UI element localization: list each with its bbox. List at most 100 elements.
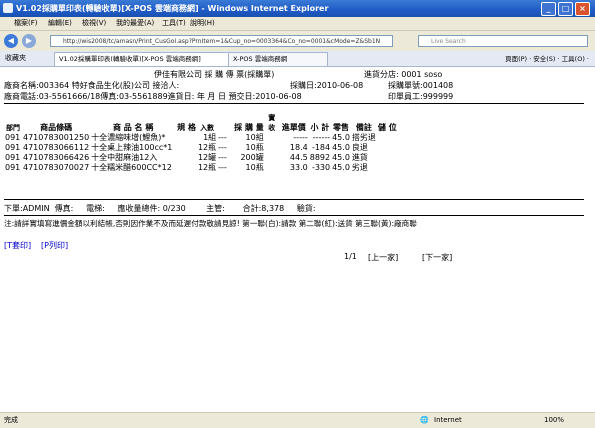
- print-link[interactable]: [P列印]: [41, 240, 68, 251]
- cell: [176, 163, 197, 173]
- maximize-button[interactable]: □: [558, 2, 573, 16]
- cell: 十全濃縮味增(鯉魚)*: [91, 133, 166, 142]
- previous-vendor-button[interactable]: [上一家]: [368, 252, 398, 263]
- cell: 良退: [351, 143, 368, 152]
- vendor-info: 廠商名稱:003364 特好食品生化(股)公司 接洽人:: [4, 81, 180, 90]
- cell: 45.0: [332, 163, 350, 172]
- cell: 45.0: [332, 153, 350, 162]
- cell: 12罐: [197, 153, 217, 162]
- cell: 4710783070027: [23, 163, 90, 172]
- col-subtotal: 小 計: [310, 123, 330, 132]
- cell: 10瓶: [245, 143, 264, 152]
- close-button[interactable]: ×: [575, 2, 590, 16]
- page-content: 伊佳有限公司 採 購 傳 票(採購單) 進貨分店: 0001 soso 廠商名稱…: [0, 67, 595, 411]
- window-title: V1.02採購單印表(轉驗收單)[X-POS 雲端商務網] - Windows …: [16, 4, 329, 13]
- cell: 8892: [309, 153, 331, 162]
- template-print-link[interactable]: [T套印]: [4, 240, 31, 251]
- page-indicator: 1/1: [344, 252, 357, 261]
- menu-tools[interactable]: 工具(T): [162, 18, 186, 28]
- back-icon[interactable]: ◀: [4, 34, 18, 48]
- cell: 十全糯米醋600CC*12: [91, 163, 172, 172]
- cell: 十全桌上辣油100cc*1: [91, 143, 173, 152]
- cell: 091: [5, 153, 21, 162]
- po-number: 採購單號:001408: [388, 81, 454, 90]
- cell: 091: [5, 133, 21, 142]
- cell: 搭劣退: [351, 133, 376, 142]
- col-dept: 部門: [6, 124, 20, 132]
- cell: [265, 143, 279, 153]
- cell: -330: [311, 163, 331, 172]
- address-bar: ◀ ▶ http://wis2008/tc/amasn/Print_CusGoI…: [0, 31, 595, 51]
- forward-icon[interactable]: ▶: [22, 34, 36, 48]
- col-price: 進單價: [281, 123, 306, 132]
- cell: [265, 163, 279, 173]
- menu-file[interactable]: 檔案(F): [14, 18, 38, 28]
- cell: [176, 133, 197, 143]
- cell: ------: [312, 133, 331, 142]
- next-vendor-button[interactable]: [下一家]: [422, 252, 452, 263]
- col-remark: 備註: [355, 123, 372, 132]
- tab-purchase-order[interactable]: V1.02採購單印表(轉驗收單)[X-POS 雲端商務網]: [54, 52, 234, 66]
- minimize-button[interactable]: _: [541, 2, 556, 16]
- search-input[interactable]: Live Search: [418, 35, 588, 47]
- col-received: 實收: [268, 114, 276, 132]
- cell: 劣退: [351, 163, 368, 172]
- cell: 十全中甜麻油12入: [91, 153, 158, 162]
- ie-icon: [3, 3, 13, 13]
- tab-xpos[interactable]: X-POS 雲端商務網: [228, 52, 328, 66]
- cell: [176, 153, 197, 163]
- favorites-button[interactable]: 收藏夾: [5, 53, 26, 63]
- menu-bar: 檔案(F) 編輯(E) 檢視(V) 我的最愛(A) 工具(T) 說明(H): [0, 17, 595, 31]
- address-input[interactable]: http://wis2008/tc/amasn/Print_CusGoI.asp…: [50, 35, 393, 47]
- divider: [4, 103, 584, 104]
- table-row: 091 4710783066426 十全中甜麻油12入 12罐 --- 200罐…: [4, 153, 398, 163]
- footer-summary: 下單:ADMIN 傳真: 電梯: 應收量總件: 0/230 主管: 合計:8,3…: [4, 204, 316, 213]
- table-row: 091 4710783070027 十全糯米醋600CC*12 12瓶 --- …: [4, 163, 398, 173]
- cell: -184: [311, 143, 331, 152]
- col-pack: 入數: [200, 124, 215, 132]
- cell: [176, 143, 197, 153]
- cell: 4710783066426: [23, 153, 90, 162]
- menu-edit[interactable]: 編輯(E): [48, 18, 72, 28]
- title-bar: V1.02採購單印表(轉驗收單)[X-POS 雲端商務網] - Windows …: [0, 0, 595, 17]
- menu-help[interactable]: 說明(H): [190, 18, 215, 28]
- col-location: 儲 位: [377, 123, 397, 132]
- cell: 091: [5, 143, 21, 152]
- menu-favorites[interactable]: 我的最愛(A): [116, 18, 154, 28]
- cell: 45.0: [332, 133, 350, 142]
- col-spec: 規 格: [177, 123, 196, 132]
- table-row: 091 4710783001250 十全濃縮味增(鯉魚)* 1組 --- 10組…: [4, 133, 398, 143]
- command-bar[interactable]: 頁面(P) · 安全(S) · 工具(O) ·: [505, 53, 589, 63]
- globe-icon: 🌐: [420, 416, 429, 424]
- cell: [265, 133, 279, 143]
- table-header-row: 部門 商品條碼 商 品 名 稱 規 格 入數 採 購 量 實收 進單價 小 計 …: [4, 113, 398, 133]
- payment-note: 注:請詳實填寫進價金額以利結帳,否則因作業不及而延遲付款敬請見諒! 第一聯(白)…: [4, 219, 417, 228]
- cell: 10瓶: [245, 163, 264, 172]
- divider: [4, 199, 584, 200]
- status-text: 完成: [4, 416, 18, 424]
- cell: 進貨: [351, 153, 368, 162]
- cell: [377, 163, 398, 173]
- zoom-level[interactable]: 100%: [544, 413, 564, 428]
- doc-title: 伊佳有限公司 採 購 傳 票(採購單): [154, 70, 275, 79]
- cell: 1組: [203, 133, 217, 142]
- cell: ---: [218, 153, 227, 162]
- table-row: 091 4710783066112 十全桌上辣油100cc*1 12瓶 --- …: [4, 143, 398, 153]
- menu-view[interactable]: 檢視(V): [82, 18, 106, 28]
- printer-staff: 印單員工:999999: [388, 92, 454, 101]
- cell: 091: [5, 163, 21, 172]
- col-barcode: 商品條碼: [40, 123, 73, 132]
- cell: 18.4: [289, 143, 308, 152]
- cell: 4710783066112: [23, 143, 90, 152]
- branch-info: 進貨分店: 0001 soso: [364, 70, 443, 79]
- cell: [377, 153, 398, 163]
- cell: [377, 133, 398, 143]
- cell: ---: [218, 133, 227, 142]
- cell: 33.0: [289, 163, 308, 172]
- vendor-phone: 廠商電話:03-5561666/18傳真:03-5561889進貨日: 年 月 …: [4, 92, 302, 101]
- cell: ---: [218, 163, 227, 172]
- cell: 45.0: [332, 143, 350, 152]
- security-zone: Internet: [434, 416, 462, 424]
- cell: 4710783001250: [23, 133, 90, 142]
- col-blank: [217, 113, 233, 133]
